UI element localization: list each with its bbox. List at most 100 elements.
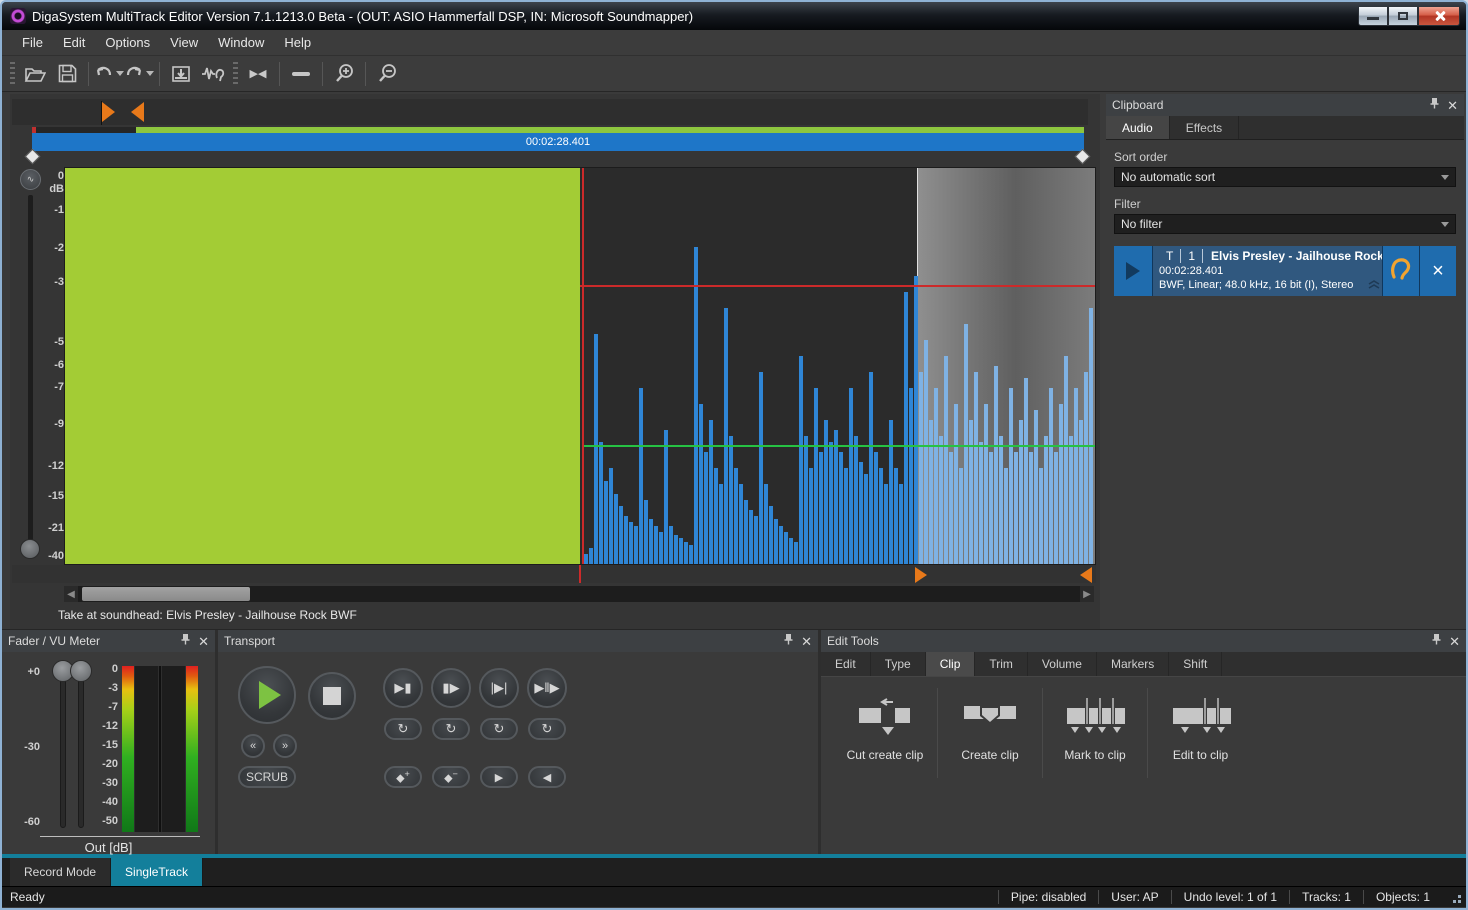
close-panel-icon[interactable]: ✕ (1447, 99, 1458, 112)
tab-effects[interactable]: Effects (1170, 116, 1239, 139)
pin-icon[interactable] (181, 634, 190, 648)
menu-help[interactable]: Help (274, 31, 321, 54)
play-around-icon: ▶‖▶ (534, 680, 559, 696)
goto-mark-button[interactable]: ▶◀ (242, 60, 274, 88)
collapse-chevron-icon[interactable] (1368, 276, 1380, 294)
overview-marker-strip[interactable] (12, 99, 1088, 125)
zoom-slider-track[interactable] (28, 195, 33, 547)
nudge-right-button[interactable]: ▶ (480, 766, 518, 788)
mark-out-icon[interactable] (131, 102, 144, 122)
menu-file[interactable]: File (12, 31, 53, 54)
tab-type[interactable]: Type (871, 652, 926, 676)
toolbar-grip[interactable] (233, 62, 238, 86)
horizontal-scrollbar[interactable]: ◀ ▶ (64, 586, 1094, 602)
edit-marker-strip[interactable] (12, 565, 1096, 583)
tab-shift[interactable]: Shift (1169, 652, 1222, 676)
db-label: -15 (36, 490, 64, 502)
create-clip-button[interactable]: Create clip (938, 688, 1043, 778)
clipboard-entry[interactable]: T 1 Elvis Presley - Jailhouse Rock BWF 0… (1114, 246, 1456, 296)
range-handle-left[interactable] (25, 149, 41, 165)
edit-to-clip-button[interactable]: Edit to clip (1148, 688, 1253, 778)
close-button[interactable] (1418, 7, 1460, 26)
fader-scale-label: -60 (10, 816, 40, 828)
nudge-left-button[interactable]: ◀ (528, 766, 566, 788)
stop-button[interactable] (308, 672, 356, 720)
tab-audio[interactable]: Audio (1106, 116, 1170, 139)
forward-button[interactable]: » (273, 734, 297, 758)
tab-volume[interactable]: Volume (1028, 652, 1097, 676)
wave-panel: 00:02:28.401 ∿ 0 dB -1 -2 -3 -5 -6 -7 (10, 94, 1100, 629)
tab-edit[interactable]: Edit (821, 652, 871, 676)
loop-to-mark-button[interactable]: ↻ (384, 718, 422, 740)
mark-to-clip-button[interactable]: Mark to clip (1043, 688, 1148, 778)
clip-block-green[interactable] (65, 168, 580, 565)
undo-dropdown-icon[interactable] (116, 71, 124, 76)
filter-select[interactable]: No filter (1114, 214, 1456, 234)
menu-edit[interactable]: Edit (53, 31, 95, 54)
close-panel-icon[interactable]: ✕ (801, 635, 812, 648)
play-from-mark-button[interactable]: ▮▶ (431, 668, 471, 708)
scrollbar-thumb[interactable] (82, 587, 250, 601)
play-button[interactable] (238, 666, 296, 724)
close-panel-icon[interactable]: ✕ (1449, 635, 1460, 648)
mark-in-icon[interactable] (102, 102, 115, 122)
menu-view[interactable]: View (160, 31, 208, 54)
tab-clip[interactable]: Clip (926, 652, 976, 676)
menu-window[interactable]: Window (208, 31, 274, 54)
waveform-display[interactable] (64, 167, 1096, 565)
tab-trim[interactable]: Trim (975, 652, 1028, 676)
scrollbar-track[interactable] (78, 586, 1080, 602)
save-button[interactable] (51, 60, 83, 88)
sort-order-select[interactable]: No automatic sort (1114, 167, 1456, 187)
fader-right-knob[interactable] (70, 660, 92, 682)
overview-take-bar[interactable]: 00:02:28.401 (32, 133, 1084, 151)
remove-marker-button[interactable]: ◆− (432, 766, 470, 788)
playhead-line[interactable] (582, 168, 584, 564)
selection-end-marker[interactable] (1080, 567, 1092, 583)
cut-create-clip-button[interactable]: Cut create clip (833, 688, 938, 778)
zoom-in-button[interactable] (328, 60, 360, 88)
loop-from-mark-button[interactable]: ↻ (432, 718, 470, 740)
fader-right-track[interactable] (78, 670, 84, 828)
scrub-button[interactable]: SCRUB (238, 766, 296, 788)
range-handle-right[interactable] (1075, 149, 1091, 165)
menu-options[interactable]: Options (95, 31, 160, 54)
transport-panel: Transport ✕ « » SCRUB ▶▮ (218, 630, 818, 854)
pin-icon[interactable] (1430, 98, 1439, 112)
minimize-button[interactable] (1358, 7, 1388, 26)
play-to-mark-button[interactable]: ▶▮ (383, 668, 423, 708)
open-button[interactable] (19, 60, 51, 88)
tab-singletrack[interactable]: SingleTrack (111, 858, 203, 886)
fader-left-track[interactable] (60, 670, 66, 828)
entry-play-button[interactable] (1114, 246, 1152, 296)
pin-icon[interactable] (1432, 634, 1441, 648)
collapse-button[interactable] (285, 60, 317, 88)
waveform[interactable] (584, 168, 1095, 564)
tab-record-mode[interactable]: Record Mode (10, 858, 111, 886)
play-selection-button[interactable]: |▶| (479, 668, 519, 708)
loop-around-button[interactable]: ↻ (528, 718, 566, 740)
scroll-right-icon[interactable]: ▶ (1080, 586, 1094, 602)
prelisten-wave-button[interactable] (197, 60, 229, 88)
close-panel-icon[interactable]: ✕ (198, 635, 209, 648)
pin-icon[interactable] (784, 634, 793, 648)
add-marker-button[interactable]: ◆+ (384, 766, 422, 788)
selection-start-marker[interactable] (915, 567, 927, 583)
restore-button[interactable] (1388, 7, 1418, 26)
mark-to-clip-icon (1063, 694, 1127, 738)
entry-remove-button[interactable]: × (1420, 246, 1456, 296)
rewind-button[interactable]: « (241, 734, 265, 758)
tab-markers[interactable]: Markers (1097, 652, 1169, 676)
toolbar-grip[interactable] (10, 62, 15, 86)
undo-button[interactable] (94, 65, 124, 83)
zoom-out-button[interactable] (371, 60, 403, 88)
scroll-left-icon[interactable]: ◀ (64, 586, 78, 602)
import-take-button[interactable] (165, 60, 197, 88)
play-around-button[interactable]: ▶‖▶ (527, 668, 567, 708)
entry-prelisten-button[interactable] (1383, 246, 1419, 296)
redo-button[interactable] (124, 65, 154, 83)
resize-grip[interactable] (1448, 890, 1462, 904)
loop-selection-button[interactable]: ↻ (480, 718, 518, 740)
timeline-overview[interactable]: 00:02:28.401 (12, 99, 1088, 165)
entry-body[interactable]: T 1 Elvis Presley - Jailhouse Rock BWF 0… (1153, 246, 1382, 296)
